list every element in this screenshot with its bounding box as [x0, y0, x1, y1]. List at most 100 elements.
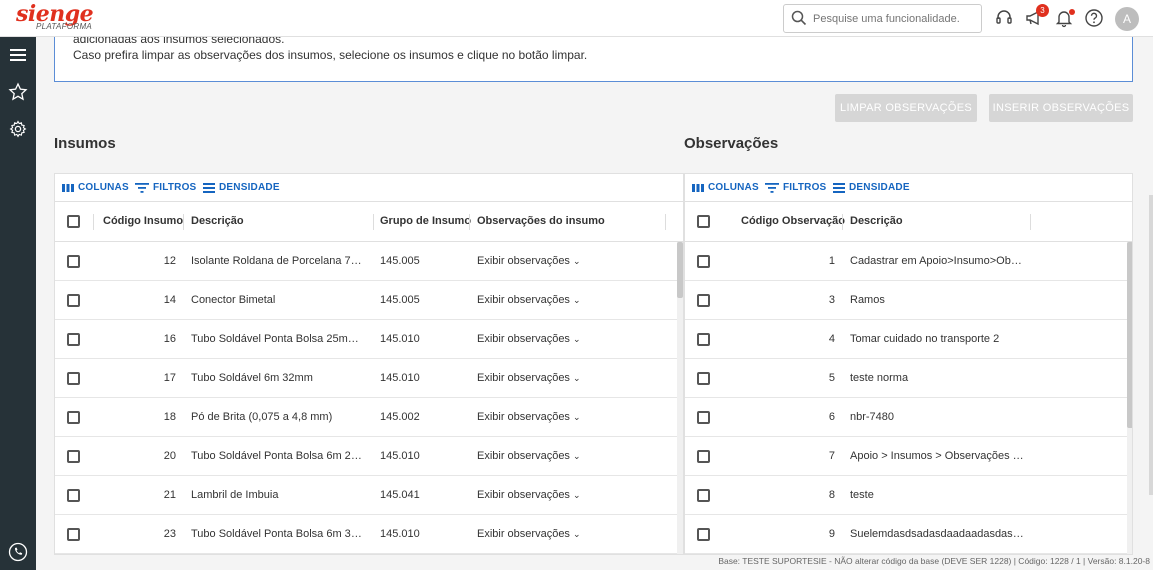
insumos-columns-button[interactable]: COLUNAS	[62, 182, 129, 193]
sienge-logo[interactable]: sienge PLATAFORMA	[16, 2, 94, 31]
row-checkbox[interactable]	[697, 372, 710, 385]
cell-code: 17	[163, 372, 176, 384]
gear-icon[interactable]	[8, 119, 28, 139]
show-observations-label: Exibir observações	[477, 333, 570, 345]
chevron-down-icon: ⌄	[573, 334, 581, 344]
table-row[interactable]: 4 Tomar cuidado no transporte 2	[685, 320, 1132, 359]
search-input[interactable]	[813, 9, 975, 29]
cell-code: 1	[828, 255, 835, 267]
cell-group: 145.002	[380, 411, 420, 423]
filter-icon	[135, 182, 149, 193]
observacoes-filters-button[interactable]: FILTROS	[765, 182, 826, 193]
table-row[interactable]: 23 Tubo Soldável Ponta Bolsa 6m 32mm 145…	[55, 515, 683, 554]
row-checkbox[interactable]	[67, 333, 80, 346]
select-all-checkbox[interactable]	[697, 215, 710, 228]
row-checkbox[interactable]	[697, 528, 710, 541]
cell-group: 145.041	[380, 489, 420, 501]
show-observations-link[interactable]: Exibir observações ⌄	[477, 489, 587, 501]
cell-description: Tubo Soldável Ponta Bolsa 6m 32mm	[191, 528, 367, 540]
sidebar	[0, 37, 36, 570]
show-observations-label: Exibir observações	[477, 528, 570, 540]
cell-group: 145.005	[380, 294, 420, 306]
help-icon[interactable]	[1084, 8, 1104, 28]
cell-description: Suelemdasdsadasdaadaadasdasdasd	[850, 528, 1024, 540]
header-grupo-insumo[interactable]: Grupo de Insumo	[380, 215, 471, 227]
row-checkbox[interactable]	[67, 450, 80, 463]
table-row[interactable]: 17 Tubo Soldável 6m 32mm 145.010 Exibir …	[55, 359, 683, 398]
row-checkbox[interactable]	[697, 450, 710, 463]
table-row[interactable]: 6 nbr-7480	[685, 398, 1132, 437]
observacoes-scrollbar[interactable]	[1127, 242, 1132, 554]
show-observations-link[interactable]: Exibir observações ⌄	[477, 411, 587, 423]
density-icon	[203, 182, 215, 193]
row-checkbox[interactable]	[67, 372, 80, 385]
page-scrollbar[interactable]	[1149, 195, 1153, 495]
table-row[interactable]: 7 Apoio > Insumos > Observações (teste)	[685, 437, 1132, 476]
header-codigo-insumo[interactable]: Código Insumo	[103, 215, 183, 227]
show-observations-link[interactable]: Exibir observações ⌄	[477, 255, 587, 267]
headset-icon[interactable]	[994, 8, 1014, 28]
row-checkbox[interactable]	[67, 528, 80, 541]
show-observations-link[interactable]: Exibir observações ⌄	[477, 450, 587, 462]
observacoes-density-button[interactable]: DENSIDADE	[833, 182, 910, 193]
search-box[interactable]	[783, 4, 982, 33]
observacoes-columns-button[interactable]: COLUNAS	[692, 182, 759, 193]
cell-code: 20	[163, 450, 176, 462]
insumos-density-button[interactable]: DENSIDADE	[203, 182, 280, 193]
table-row[interactable]: 21 Lambril de Imbuia 145.041 Exibir obse…	[55, 476, 683, 515]
cell-description: Cadastrar em Apoio>Insumo>Observações	[850, 255, 1024, 267]
show-observations-link[interactable]: Exibir observações ⌄	[477, 333, 587, 345]
row-checkbox[interactable]	[67, 255, 80, 268]
star-icon[interactable]	[8, 82, 28, 102]
cell-description: Tubo Soldável Ponta Bolsa 6m 20mm	[191, 450, 367, 462]
cell-description: Tubo Soldável Ponta Bolsa 25mm 6m	[191, 333, 367, 345]
search-icon	[791, 10, 807, 31]
scrollbar-thumb[interactable]	[677, 242, 683, 298]
observacoes-toolbar: COLUNAS FILTROS DENSIDADE	[685, 174, 1132, 202]
scrollbar-thumb[interactable]	[1127, 242, 1132, 428]
table-row[interactable]: 1 Cadastrar em Apoio>Insumo>Observações	[685, 242, 1132, 281]
show-observations-link[interactable]: Exibir observações ⌄	[477, 528, 587, 540]
chevron-down-icon: ⌄	[573, 451, 581, 461]
row-checkbox[interactable]	[67, 489, 80, 502]
insumos-filters-button[interactable]: FILTROS	[135, 182, 196, 193]
cell-code: 8	[828, 489, 835, 501]
show-observations-label: Exibir observações	[477, 294, 570, 306]
header-codigo-observacao[interactable]: Código Observação	[741, 215, 845, 227]
table-row[interactable]: 8 teste	[685, 476, 1132, 515]
menu-icon[interactable]	[8, 45, 28, 65]
header-observacoes-insumo[interactable]: Observações do insumo	[477, 215, 605, 227]
row-checkbox[interactable]	[67, 411, 80, 424]
row-checkbox[interactable]	[697, 255, 710, 268]
row-checkbox[interactable]	[67, 294, 80, 307]
row-checkbox[interactable]	[697, 489, 710, 502]
table-row[interactable]: 18 Pó de Brita (0,075 a 4,8 mm) 145.002 …	[55, 398, 683, 437]
select-all-checkbox[interactable]	[67, 215, 80, 228]
table-row[interactable]: 3 Ramos	[685, 281, 1132, 320]
phone-icon[interactable]	[8, 542, 28, 562]
clear-observations-button[interactable]: LIMPAR OBSERVAÇÕES	[835, 94, 977, 122]
top-bar: sienge PLATAFORMA 3 A	[0, 0, 1153, 37]
insumos-scrollbar[interactable]	[677, 242, 683, 554]
table-row[interactable]: 14 Conector Bimetal 145.005 Exibir obser…	[55, 281, 683, 320]
row-checkbox[interactable]	[697, 333, 710, 346]
chevron-down-icon: ⌄	[573, 373, 581, 383]
show-observations-link[interactable]: Exibir observações ⌄	[477, 372, 587, 384]
table-row[interactable]: 5 teste norma	[685, 359, 1132, 398]
column-separator	[373, 214, 374, 230]
insert-observations-button[interactable]: INSERIR OBSERVAÇÕES	[989, 94, 1133, 122]
table-row[interactable]: 16 Tubo Soldável Ponta Bolsa 25mm 6m 145…	[55, 320, 683, 359]
header-descricao[interactable]: Descrição	[191, 215, 244, 227]
table-row[interactable]: 12 Isolante Roldana de Porcelana 72x72mm…	[55, 242, 683, 281]
cell-code: 5	[828, 372, 835, 384]
table-row[interactable]: 9 Suelemdasdsadasdaadaadasdasdasd	[685, 515, 1132, 554]
avatar[interactable]: A	[1115, 7, 1139, 31]
cell-description: teste norma	[850, 372, 909, 384]
chevron-down-icon: ⌄	[573, 412, 581, 422]
header-descricao[interactable]: Descrição	[850, 215, 903, 227]
table-row[interactable]: 20 Tubo Soldável Ponta Bolsa 6m 20mm 145…	[55, 437, 683, 476]
row-checkbox[interactable]	[697, 411, 710, 424]
show-observations-link[interactable]: Exibir observações ⌄	[477, 294, 587, 306]
observacoes-header-row: Código Observação Descrição	[685, 202, 1132, 242]
row-checkbox[interactable]	[697, 294, 710, 307]
